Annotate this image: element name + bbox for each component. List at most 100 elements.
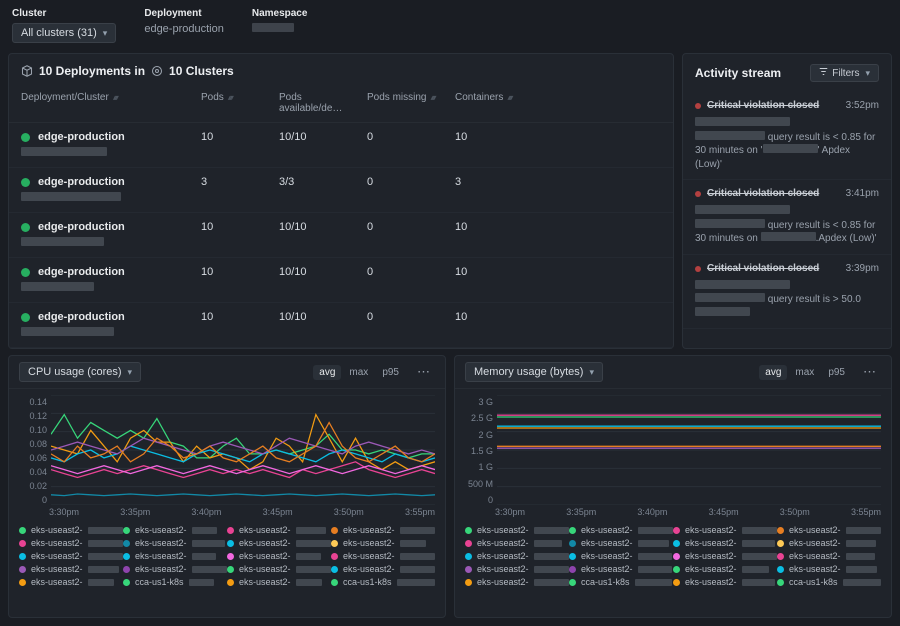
legend-dot-icon (777, 566, 784, 573)
memory-chart[interactable] (497, 395, 881, 505)
more-icon[interactable]: ⋯ (859, 364, 881, 380)
memory-chart-panel: Memory usage (bytes) ▾ avg max p95 ⋯ 3 G… (454, 355, 892, 618)
legend-item[interactable]: eks-useast2- (673, 538, 777, 548)
agg-max[interactable]: max (789, 365, 820, 380)
activity-item[interactable]: Critical violation closed3:39pm query re… (683, 255, 891, 330)
legend-item[interactable]: eks-useast2- (123, 525, 227, 535)
table-row[interactable]: edge-production1010/10010 (9, 303, 673, 348)
chevron-down-icon: ▾ (128, 367, 133, 378)
col-available[interactable]: Pods available/de… (279, 92, 367, 114)
memory-metric-dropdown[interactable]: Memory usage (bytes) ▾ (465, 362, 603, 382)
more-icon[interactable]: ⋯ (413, 364, 435, 380)
legend-item[interactable]: eks-useast2- (777, 538, 881, 548)
legend-item[interactable]: cca-us1-k8s (569, 577, 673, 587)
activity-panel: Activity stream Filters ▾ Critical viola… (682, 53, 892, 349)
legend-item[interactable]: eks-useast2- (123, 564, 227, 574)
legend-item[interactable]: eks-useast2- (331, 564, 435, 574)
legend-item[interactable]: eks-useast2- (19, 577, 123, 587)
agg-avg[interactable]: avg (759, 365, 787, 380)
legend-item[interactable]: eks-useast2- (19, 525, 123, 535)
cpu-metric-dropdown[interactable]: CPU usage (cores) ▾ (19, 362, 141, 382)
legend-item[interactable]: eks-useast2- (19, 538, 123, 548)
sort-icon: ▴▾ (507, 93, 511, 102)
legend-dot-icon (227, 566, 234, 573)
col-containers[interactable]: Containers▴▾ (455, 92, 525, 114)
legend-item[interactable]: eks-useast2- (673, 577, 777, 587)
memory-aggregation: avg max p95 (759, 365, 851, 380)
legend-item[interactable]: eks-useast2- (569, 525, 673, 535)
legend-dot-icon (123, 553, 130, 560)
legend-item[interactable]: cca-us1-k8s (331, 577, 435, 587)
table-row[interactable]: edge-production1010/10010 (9, 123, 673, 168)
agg-max[interactable]: max (343, 365, 374, 380)
legend-item[interactable]: eks-useast2- (227, 577, 331, 587)
legend-item[interactable]: eks-useast2- (19, 564, 123, 574)
legend-item[interactable]: eks-useast2- (465, 551, 569, 561)
legend-dot-icon (569, 553, 576, 560)
status-dot-icon (21, 223, 30, 232)
legend-dot-icon (331, 579, 338, 586)
legend-dot-icon (569, 540, 576, 547)
agg-p95[interactable]: p95 (376, 365, 405, 380)
legend-item[interactable]: eks-useast2- (569, 551, 673, 561)
legend-item[interactable]: eks-useast2- (331, 551, 435, 561)
legend-dot-icon (19, 540, 26, 547)
legend-item[interactable]: eks-useast2- (673, 564, 777, 574)
col-missing[interactable]: Pods missing▴▾ (367, 92, 455, 114)
legend-dot-icon (465, 579, 472, 586)
table-row[interactable]: edge-production1010/10010 (9, 213, 673, 258)
legend-item[interactable]: eks-useast2- (465, 577, 569, 587)
legend-item[interactable]: eks-useast2- (331, 525, 435, 535)
legend-dot-icon (569, 527, 576, 534)
agg-p95[interactable]: p95 (822, 365, 851, 380)
cluster-dropdown[interactable]: All clusters (31) ▾ (12, 23, 116, 43)
chevron-down-icon: ▾ (589, 367, 594, 378)
legend-dot-icon (777, 540, 784, 547)
chevron-down-icon: ▾ (103, 28, 108, 39)
legend-item[interactable]: eks-useast2- (227, 551, 331, 561)
legend-item[interactable]: eks-useast2- (227, 564, 331, 574)
col-pods[interactable]: Pods▴▾ (201, 92, 279, 114)
legend-item[interactable]: eks-useast2- (227, 525, 331, 535)
legend-item[interactable]: eks-useast2- (123, 551, 227, 561)
legend-item[interactable]: eks-useast2- (569, 564, 673, 574)
legend-item[interactable]: eks-useast2- (673, 525, 777, 535)
legend-item[interactable]: eks-useast2- (227, 538, 331, 548)
cpu-chart-panel: CPU usage (cores) ▾ avg max p95 ⋯ 0.140.… (8, 355, 446, 618)
table-row[interactable]: edge-production33/303 (9, 168, 673, 213)
status-dot-icon (21, 133, 30, 142)
table-row[interactable]: edge-production1010/10010 (9, 258, 673, 303)
cube-icon (21, 65, 33, 77)
legend-dot-icon (465, 566, 472, 573)
legend-item[interactable]: eks-useast2- (777, 564, 881, 574)
legend-dot-icon (569, 566, 576, 573)
legend-dot-icon (777, 553, 784, 560)
legend-dot-icon (569, 579, 576, 586)
critical-dot-icon (695, 191, 701, 197)
legend-dot-icon (19, 579, 26, 586)
legend-item[interactable]: eks-useast2- (123, 538, 227, 548)
col-deployment[interactable]: Deployment/Cluster▴▾ (21, 92, 201, 114)
namespace-value (252, 23, 308, 35)
legend-item[interactable]: eks-useast2- (465, 564, 569, 574)
legend-dot-icon (227, 527, 234, 534)
legend-item[interactable]: eks-useast2- (569, 538, 673, 548)
deployment-value: edge-production (144, 23, 224, 35)
legend-item[interactable]: cca-us1-k8s (123, 577, 227, 587)
cpu-chart[interactable] (51, 395, 435, 505)
agg-avg[interactable]: avg (313, 365, 341, 380)
legend-item[interactable]: eks-useast2- (331, 538, 435, 548)
activity-item[interactable]: Critical violation closed3:52pm query re… (683, 92, 891, 180)
legend-item[interactable]: eks-useast2- (465, 525, 569, 535)
legend-item[interactable]: eks-useast2- (19, 551, 123, 561)
legend-item[interactable]: eks-useast2- (777, 551, 881, 561)
legend-item[interactable]: eks-useast2- (465, 538, 569, 548)
legend-item[interactable]: cca-us1-k8s (777, 577, 881, 587)
table-header: Deployment/Cluster▴▾ Pods▴▾ Pods availab… (9, 84, 673, 123)
activity-filters-button[interactable]: Filters ▾ (810, 64, 879, 82)
legend-dot-icon (19, 566, 26, 573)
status-dot-icon (21, 178, 30, 187)
legend-item[interactable]: eks-useast2- (673, 551, 777, 561)
activity-item[interactable]: Critical violation closed3:41pm query re… (683, 180, 891, 255)
legend-item[interactable]: eks-useast2- (777, 525, 881, 535)
